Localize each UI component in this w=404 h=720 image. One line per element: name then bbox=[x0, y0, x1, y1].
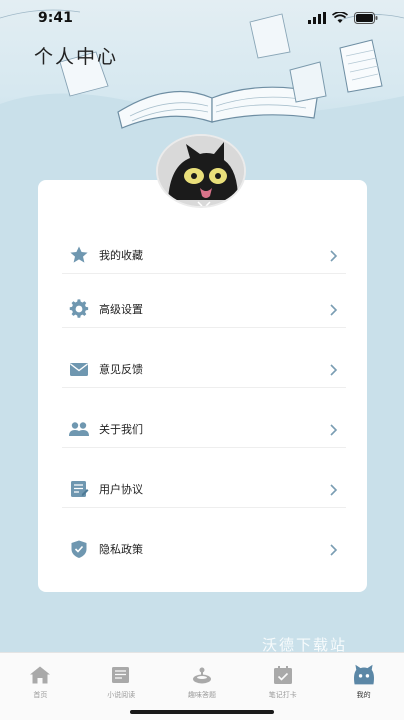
status-time: 9:41 bbox=[38, 10, 73, 26]
calendar-check-icon bbox=[271, 663, 295, 687]
menu-item-advanced-settings[interactable]: 高级设置 bbox=[62, 290, 346, 328]
tab-label: 小说阅读 bbox=[107, 691, 136, 699]
menu-item-feedback[interactable]: 意见反馈 bbox=[62, 350, 346, 388]
menu-item-user-agreement[interactable]: 用户协议 bbox=[62, 470, 346, 508]
chevron-right-icon bbox=[326, 362, 340, 376]
tab-label: 首页 bbox=[33, 691, 48, 699]
settings-card: 我的收藏 高级设置 意见反馈 关于我们 用户协议 隐私政策 bbox=[38, 180, 367, 592]
battery-icon bbox=[354, 9, 378, 28]
book-icon bbox=[109, 663, 133, 687]
avatar[interactable] bbox=[156, 134, 246, 208]
status-bar: 9:41 bbox=[0, 0, 404, 36]
menu-item-about-us[interactable]: 关于我们 bbox=[62, 410, 346, 448]
menu-item-label: 隐私政策 bbox=[99, 543, 143, 556]
mail-icon bbox=[68, 358, 90, 380]
chevron-right-icon bbox=[326, 482, 340, 496]
menu-item-label: 用户协议 bbox=[99, 482, 143, 496]
home-icon bbox=[28, 663, 52, 687]
cellular-signal-icon bbox=[308, 9, 326, 28]
chevron-right-icon bbox=[326, 248, 340, 262]
tab-home[interactable]: 首页 bbox=[0, 653, 81, 720]
wifi-icon bbox=[332, 9, 348, 28]
shield-icon bbox=[68, 538, 90, 560]
home-indicator bbox=[130, 710, 274, 714]
page-title: 个人中心 bbox=[34, 46, 119, 68]
users-icon bbox=[68, 418, 90, 440]
menu-item-label: 高级设置 bbox=[99, 302, 143, 316]
watermark-text: 沃德下载站 bbox=[262, 636, 348, 654]
gear-icon bbox=[68, 298, 90, 320]
cat-face-icon bbox=[352, 663, 376, 687]
tab-mine[interactable]: 我的 bbox=[323, 653, 404, 720]
menu-item-privacy-policy[interactable]: 隐私政策 bbox=[62, 530, 346, 568]
menu-item-label: 我的收藏 bbox=[99, 248, 143, 262]
tab-label: 笔记打卡 bbox=[268, 691, 297, 699]
chevron-right-icon bbox=[326, 302, 340, 316]
menu-item-label: 意见反馈 bbox=[99, 362, 143, 376]
menu-item-favorites[interactable]: 我的收藏 bbox=[62, 236, 346, 274]
quiz-icon bbox=[190, 663, 214, 687]
star-icon bbox=[68, 244, 90, 266]
menu-item-label: 关于我们 bbox=[99, 422, 143, 436]
chevron-right-icon bbox=[326, 422, 340, 436]
tab-label: 趣味答题 bbox=[187, 691, 216, 699]
tab-label: 我的 bbox=[356, 691, 371, 699]
document-icon bbox=[68, 478, 90, 500]
chevron-right-icon bbox=[326, 542, 340, 556]
